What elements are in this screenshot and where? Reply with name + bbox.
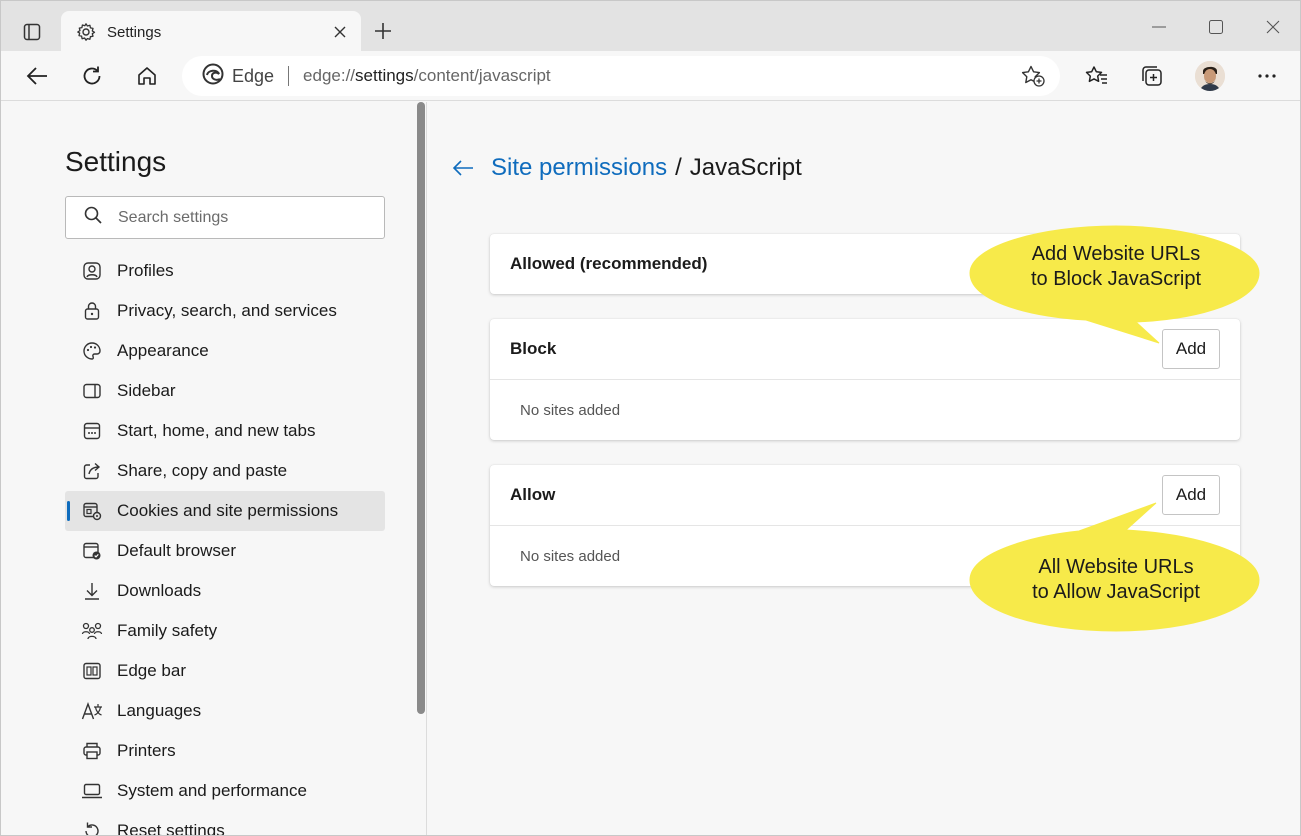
more-options-icon[interactable] [1249, 59, 1285, 93]
sidebar-item-label: System and performance [117, 781, 307, 800]
cookies-icon [81, 500, 103, 522]
settings-sidebar: Settings Profiles Privacy, search, and s… [1, 102, 427, 836]
minimize-icon[interactable] [1141, 13, 1177, 41]
breadcrumb: Site permissions / JavaScript [451, 154, 802, 182]
breadcrumb-site-permissions-link[interactable]: Site permissions [491, 154, 667, 182]
allow-title: Allow [510, 485, 556, 504]
printer-icon [81, 740, 103, 762]
palette-icon [81, 340, 103, 362]
breadcrumb-separator: / [675, 154, 682, 181]
laptop-icon [81, 780, 103, 802]
collections-icon[interactable] [1134, 59, 1170, 93]
new-tab-icon[interactable] [369, 17, 397, 45]
address-brand: Edge [232, 65, 275, 86]
tab-settings[interactable]: Settings [61, 11, 361, 53]
tab-actions-icon[interactable] [13, 13, 51, 51]
download-icon [81, 580, 103, 602]
sidebar-item-system[interactable]: System and performance [65, 771, 385, 811]
refresh-icon[interactable] [74, 59, 110, 93]
share-icon [81, 460, 103, 482]
sidebar-item-label: Family safety [117, 621, 218, 640]
home-tabs-icon [81, 420, 103, 442]
search-box[interactable] [65, 196, 385, 239]
allowed-label: Allowed (recommended) [510, 254, 708, 273]
edge-bar-icon [81, 660, 103, 682]
address-separator [288, 66, 290, 86]
sidebar-item-label: Cookies and site permissions [117, 501, 339, 520]
sidebar-item-label: Printers [117, 741, 176, 760]
edge-logo-icon [202, 63, 224, 90]
sidebar-item-label: Languages [117, 701, 202, 720]
settings-nav: Profiles Privacy, search, and services A… [65, 251, 385, 836]
page-title: JavaScript [689, 154, 802, 181]
settings-title: Settings [65, 146, 167, 177]
back-arrow-icon[interactable] [451, 156, 475, 180]
sidebar-item-family[interactable]: Family safety [65, 611, 385, 651]
block-title: Block [510, 339, 557, 358]
sidebar-item-label: Edge bar [117, 661, 186, 680]
browser-window: Settings Edge edge://settings/content/ja… [0, 0, 1301, 836]
sidebar-item-label: Default browser [117, 541, 237, 560]
sidebar-icon [81, 380, 103, 402]
sidebar-item-cookies[interactable]: Cookies and site permissions [65, 491, 385, 531]
sidebar-item-reset[interactable]: Reset settings [65, 811, 385, 836]
avatar[interactable] [1195, 61, 1225, 91]
close-icon[interactable] [329, 21, 351, 43]
toolbar: Edge edge://settings/content/javascript [1, 51, 1300, 101]
home-icon[interactable] [129, 59, 165, 93]
settings-main: Site permissions / JavaScript Allowed (r… [427, 102, 1300, 835]
sidebar-item-label: Profiles [117, 261, 174, 280]
block-callout-text: Add Website URLs to Block JavaScript [1030, 243, 1202, 290]
search-input[interactable] [118, 208, 358, 227]
languages-icon [81, 700, 103, 722]
sidebar-item-label: Reset settings [117, 821, 225, 836]
sidebar-item-appearance[interactable]: Appearance [65, 331, 385, 371]
window-close-icon[interactable] [1255, 13, 1291, 41]
sidebar-item-label: Start, home, and new tabs [117, 421, 316, 440]
sidebar-item-privacy[interactable]: Privacy, search, and services [65, 291, 385, 331]
add-favorite-icon[interactable] [1020, 64, 1046, 88]
allow-callout-text: All Website URLs to Allow JavaScript [1032, 556, 1200, 603]
sidebar-item-profiles[interactable]: Profiles [65, 251, 385, 291]
tab-strip: Settings [1, 1, 1300, 53]
tab-title: Settings [107, 23, 162, 41]
sidebar-item-label: Appearance [117, 341, 209, 360]
reset-icon [81, 820, 103, 835]
sidebar-item-printers[interactable]: Printers [65, 731, 385, 771]
maximize-icon[interactable] [1198, 13, 1234, 41]
address-url: edge://settings/content/javascript [303, 66, 551, 85]
lock-icon [81, 300, 103, 322]
sidebar-item-label: Sidebar [117, 381, 176, 400]
sidebar-item-label: Downloads [117, 581, 202, 600]
address-bar[interactable]: Edge edge://settings/content/javascript [182, 56, 1060, 96]
family-icon [81, 620, 103, 642]
sidebar-item-downloads[interactable]: Downloads [65, 571, 385, 611]
sidebar-item-edge-bar[interactable]: Edge bar [65, 651, 385, 691]
block-empty-text: No sites added [520, 401, 621, 419]
back-icon[interactable] [19, 59, 55, 93]
sidebar-item-label: Privacy, search, and services [117, 301, 337, 320]
gear-icon [75, 21, 97, 43]
sidebar-item-default-browser[interactable]: Default browser [65, 531, 385, 571]
sidebar-item-share[interactable]: Share, copy and paste [65, 451, 385, 491]
search-icon [84, 206, 102, 229]
sidebar-item-label: Share, copy and paste [117, 461, 288, 480]
profile-icon [81, 260, 103, 282]
sidebar-item-languages[interactable]: Languages [65, 691, 385, 731]
sidebar-item-start-home[interactable]: Start, home, and new tabs [65, 411, 385, 451]
default-browser-icon [81, 540, 103, 562]
favorites-icon[interactable] [1079, 59, 1115, 93]
scrollbar-thumb[interactable] [417, 102, 425, 714]
sidebar-item-sidebar[interactable]: Sidebar [65, 371, 385, 411]
